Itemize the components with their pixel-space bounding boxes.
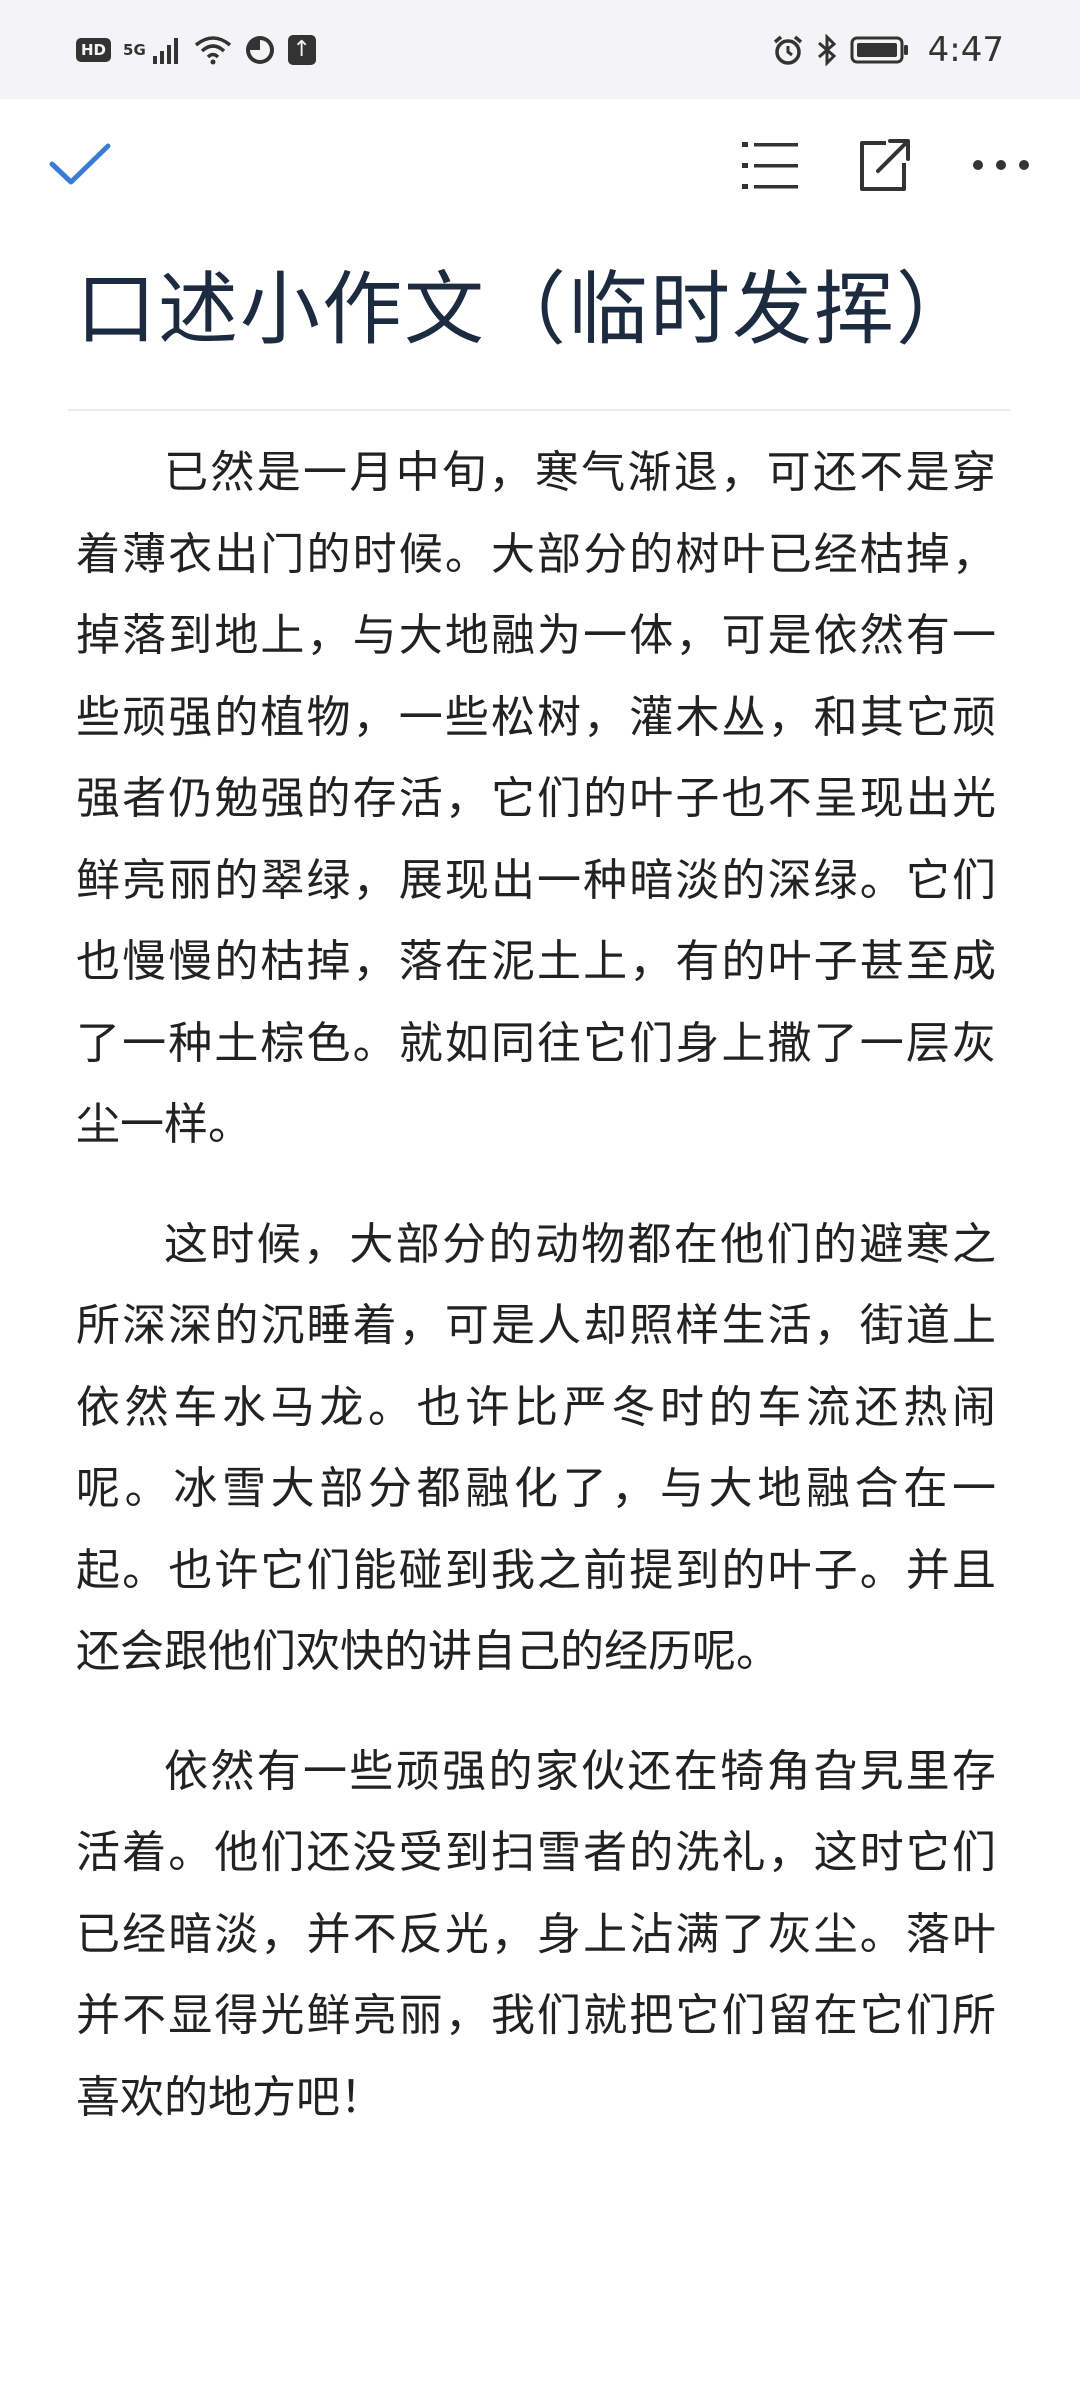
upload-icon: ↑ [287, 34, 316, 65]
status-bar: HD 5G ↑ 4:47 [0, 0, 1080, 99]
editor-toolbar [0, 99, 1080, 229]
status-right: 4:47 [772, 30, 1004, 70]
list-outline-icon [742, 142, 798, 189]
more-button[interactable] [961, 125, 1041, 205]
alarm-icon [772, 34, 804, 66]
data-saver-icon [244, 34, 276, 66]
bluetooth-icon [816, 33, 838, 66]
done-button[interactable] [40, 125, 120, 205]
document-body[interactable]: 已然是一月中旬，寒气渐退，可还不是穿着薄衣出门的时候。大部分的树叶已经枯掉，掉落… [76, 432, 996, 2176]
status-left: HD 5G ↑ [76, 34, 316, 66]
more-dots-icon [973, 160, 1029, 170]
paragraph-2[interactable]: 这时候，大部分的动物都在他们的避寒之所深深的沉睡着，可是人却照样生活，街道上依然… [76, 1204, 996, 1693]
paragraph-3[interactable]: 依然有一些顽强的家伙还在犄角旮旯里存活着。他们还没受到扫雪者的洗礼，这时它们已经… [76, 1731, 996, 2139]
battery-icon [850, 35, 910, 65]
paragraph-1[interactable]: 已然是一月中旬，寒气渐退，可还不是穿着薄衣出门的时候。大部分的树叶已经枯掉，掉落… [76, 432, 996, 1166]
hd-badge: HD [76, 37, 112, 62]
document-title[interactable]: 口述小作文（临时发挥） [76, 255, 1006, 365]
outline-button[interactable] [730, 125, 810, 205]
network-type: 5G [123, 40, 146, 59]
share-button[interactable] [843, 125, 923, 205]
share-icon [860, 139, 910, 191]
check-icon [49, 143, 111, 185]
signal-icon [152, 36, 182, 64]
clock-time: 4:47 [927, 29, 1004, 70]
title-divider [68, 409, 1010, 411]
wifi-icon [194, 35, 232, 65]
